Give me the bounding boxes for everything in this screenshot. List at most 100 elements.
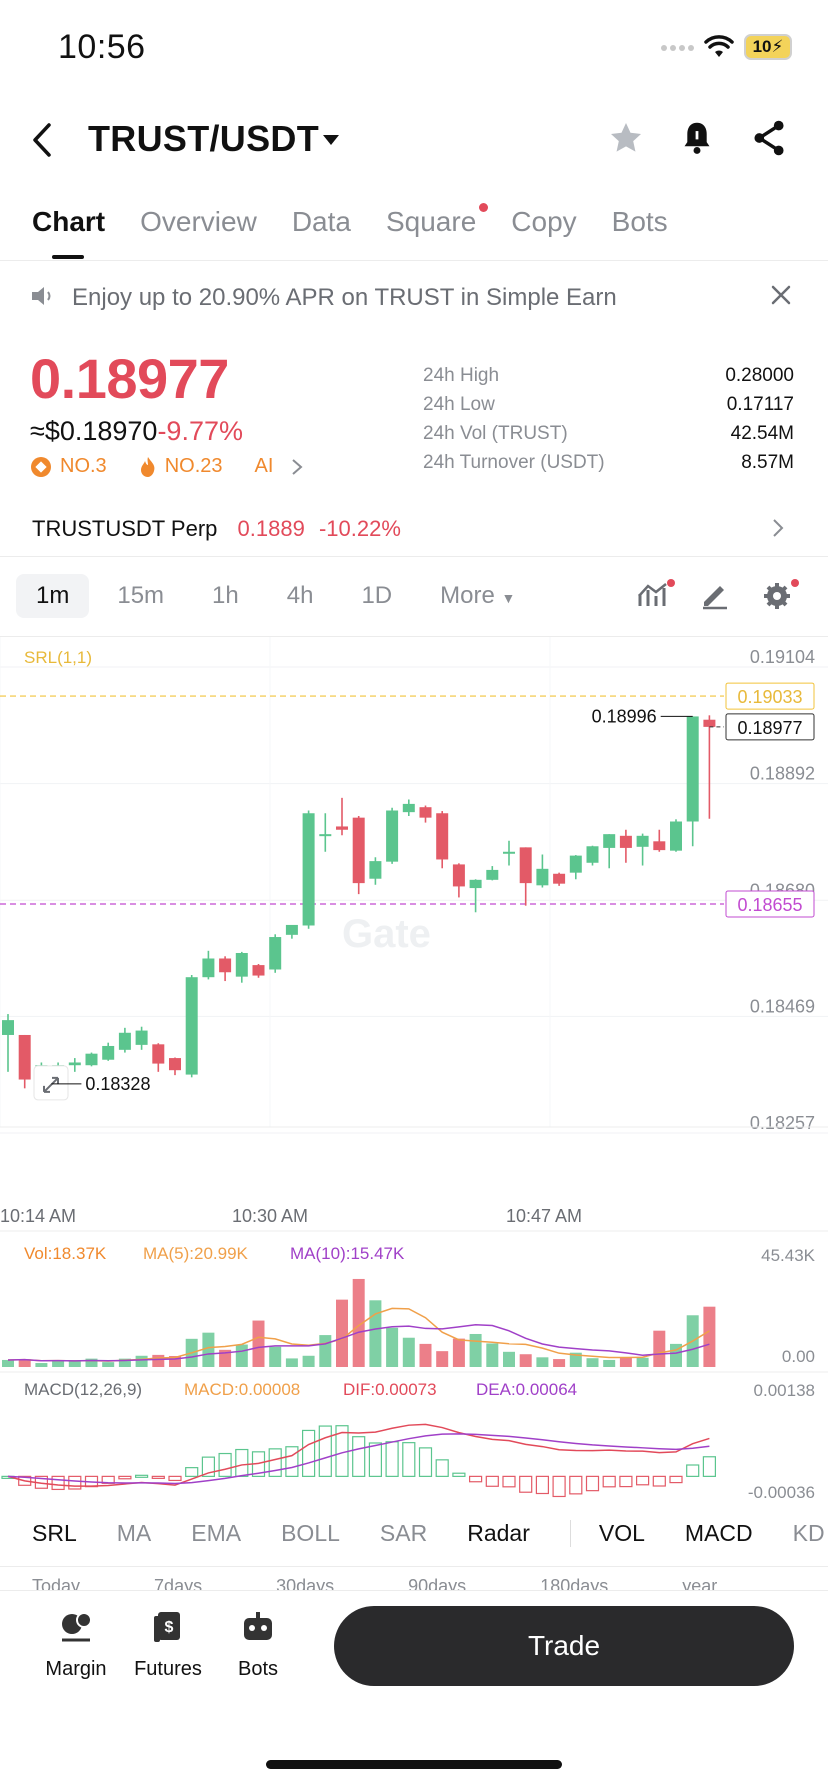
ind-ma[interactable]: MA [117, 1520, 152, 1547]
ind-boll[interactable]: BOLL [281, 1520, 340, 1547]
macd-histogram-bar [268, 1448, 282, 1477]
bell-icon[interactable] [680, 120, 714, 156]
divider [0, 1566, 828, 1567]
volume-bar [619, 1357, 632, 1367]
ind-kd[interactable]: KD [793, 1520, 825, 1547]
rank-1[interactable]: NO.3 [60, 455, 107, 478]
volume-bar [636, 1357, 649, 1367]
macd-histogram-bar [552, 1475, 566, 1498]
volume-bar [703, 1306, 716, 1367]
pen-draw-icon[interactable] [700, 580, 730, 610]
candle-body [452, 864, 465, 887]
interval-1m[interactable]: 1m [16, 574, 90, 618]
indicator-icon[interactable] [636, 578, 676, 612]
interval-15m[interactable]: 15m [97, 574, 184, 618]
macd-histogram-bar [318, 1425, 332, 1477]
star-icon[interactable] [608, 120, 644, 156]
candle-body [102, 1045, 115, 1060]
macd-histogram-bar [686, 1464, 700, 1477]
battery-icon: 10 ⚡ [744, 34, 792, 60]
ind-vol[interactable]: VOL [569, 1520, 645, 1547]
candle-body [219, 958, 232, 973]
volume-bar [68, 1361, 81, 1367]
promo-banner-text[interactable]: Enjoy up to 20.90% APR on TRUST in Simpl… [72, 284, 617, 312]
stat-label-high: 24h High [423, 365, 500, 386]
candle-body [118, 1032, 131, 1050]
ind-macd[interactable]: MACD [685, 1520, 753, 1547]
macd-histogram-bar [702, 1456, 717, 1477]
interval-bar: 1m 15m 1h 4h 1D More ▼ [16, 574, 543, 618]
back-arrow-icon[interactable] [30, 122, 54, 158]
macd-histogram-bar [652, 1475, 666, 1487]
tab-copy[interactable]: Copy [511, 206, 576, 238]
share-icon[interactable] [752, 120, 786, 156]
macd-histogram-bar [118, 1475, 132, 1480]
candle-body [18, 1034, 31, 1080]
candle-body [2, 1020, 14, 1035]
robot-icon [244, 1612, 272, 1640]
candle-body [369, 861, 382, 879]
tab-bots[interactable]: Bots [612, 206, 668, 238]
stat-value-vol: 42.54M [730, 423, 794, 444]
interval-4h[interactable]: 4h [267, 574, 334, 618]
volume-bar [285, 1358, 298, 1367]
trade-button[interactable]: Trade [334, 1606, 794, 1686]
nav-margin[interactable]: Margin [26, 1610, 126, 1681]
macd-histogram-bar [635, 1475, 650, 1486]
tab-square[interactable]: Square [386, 203, 489, 238]
ind-srl[interactable]: SRL [32, 1520, 77, 1547]
price-axis-label: 0.18469 [750, 996, 815, 1016]
chevron-right-icon[interactable] [772, 518, 784, 538]
divider [0, 260, 828, 261]
rank-2[interactable]: NO.23 [165, 455, 223, 478]
rank-badge-icon [31, 456, 51, 477]
signal-icon [658, 38, 694, 56]
volume-bar [436, 1351, 449, 1367]
candle-body [152, 1044, 165, 1064]
gear-icon[interactable] [760, 578, 800, 612]
indicator-tabs: SRL MA EMA BOLL SAR Radar VOL MACD KD [32, 1520, 828, 1547]
more-label: More [440, 582, 495, 609]
volume-bar [269, 1346, 282, 1367]
candle-body [169, 1058, 181, 1071]
srl-lower-value: 0.18655 [737, 895, 802, 915]
ai-label[interactable]: AI [255, 455, 274, 478]
candle-body [252, 965, 265, 976]
tab-overview[interactable]: Overview [140, 206, 257, 238]
candle-body [686, 716, 699, 822]
pair-title[interactable]: TRUST/USDT [88, 118, 319, 160]
expand-button [33, 1065, 69, 1101]
rank-line: NO.3 NO.23 AI [30, 455, 303, 478]
price-chart[interactable]: Gate SRL(1,1) 0.191040.188920.186800.184… [0, 637, 828, 1507]
interval-1d[interactable]: 1D [341, 574, 412, 618]
nav-bots[interactable]: Bots [208, 1610, 308, 1681]
candle-body [202, 958, 215, 978]
close-icon[interactable] [770, 284, 792, 306]
ind-ema[interactable]: EMA [191, 1520, 241, 1547]
volume-bar [369, 1300, 382, 1367]
ind-radar[interactable]: Radar [467, 1520, 530, 1547]
caret-down-icon[interactable] [322, 134, 340, 146]
tab-data[interactable]: Data [292, 206, 351, 238]
candle-body [469, 879, 482, 889]
usd-price: ≈$0.18970 [30, 416, 158, 446]
macd-histogram-bar [235, 1448, 249, 1477]
volume-bar [2, 1359, 14, 1367]
price-change: -9.77% [157, 416, 243, 446]
perp-row[interactable]: TRUSTUSDT Perp 0.1889 -10.22% [32, 516, 401, 542]
macd-histogram-bar [519, 1475, 533, 1493]
usd-price-line: ≈$0.18970-9.77% [30, 416, 243, 447]
current-price-value: 0.18977 [737, 718, 802, 738]
interval-1h[interactable]: 1h [192, 574, 259, 618]
tab-chart[interactable]: Chart [32, 206, 105, 238]
ind-sar[interactable]: SAR [380, 1520, 427, 1547]
volume-bar [519, 1354, 532, 1367]
status-time: 10:56 [58, 28, 146, 66]
interval-more[interactable]: More ▼ [420, 574, 535, 618]
candle-body [285, 924, 298, 935]
nav-futures[interactable]: $ Futures [118, 1610, 218, 1681]
time-axis-label: 10:14 AM [0, 1206, 76, 1226]
volume-bar [419, 1343, 432, 1367]
chevron-right-icon[interactable] [291, 458, 303, 476]
candle-body [553, 873, 566, 884]
